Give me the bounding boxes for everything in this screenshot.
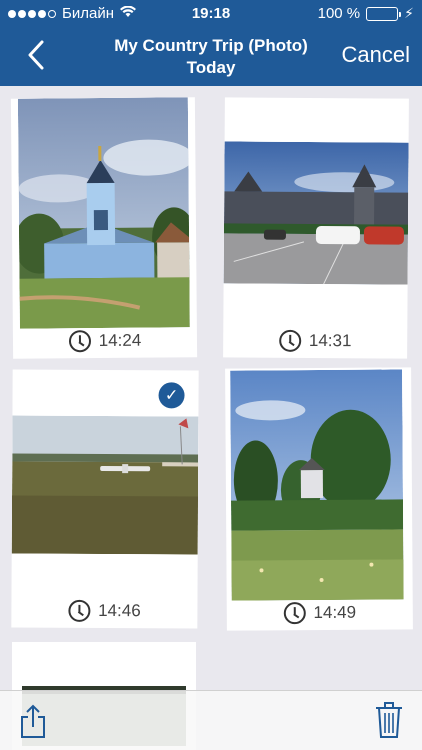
photo-thumbnail: [11, 415, 199, 555]
photo-time: 14:31: [223, 329, 407, 352]
cancel-button[interactable]: Cancel: [342, 42, 410, 68]
share-icon: [21, 704, 45, 738]
photo-time: 14:46: [11, 599, 197, 623]
time-label: 14:24: [98, 330, 142, 351]
photo-card[interactable]: 14:49: [225, 367, 413, 631]
checkmark-icon: ✓: [164, 387, 179, 405]
chevron-left-icon: [28, 40, 44, 70]
delete-button[interactable]: [374, 701, 404, 739]
back-button[interactable]: [22, 38, 52, 72]
top-bar: Билайн 19:18 100 % ⚡ My Country Trip (Ph…: [0, 0, 422, 86]
battery-percent: 100 %: [317, 5, 361, 22]
trash-icon: [376, 702, 402, 738]
photo-time: 14:49: [227, 601, 413, 625]
status-right: 100 % ⚡: [318, 5, 414, 22]
photo-card[interactable]: 14:24: [10, 97, 198, 359]
battery-icon: [366, 6, 402, 21]
clock-icon: [283, 602, 306, 625]
album-title: My Country Trip (Photo): [114, 36, 308, 55]
share-button[interactable]: [18, 703, 48, 739]
page-title: My Country Trip (Photo) Today: [80, 35, 342, 79]
clock-icon: [278, 329, 302, 352]
selected-checkmark: ✓: [158, 382, 185, 409]
album-subtitle: Today: [186, 58, 236, 77]
clock-icon: [68, 330, 91, 353]
photo-thumbnail: [17, 97, 190, 329]
status-bar: Билайн 19:18 100 % ⚡: [0, 0, 422, 28]
clock-icon: [68, 599, 91, 622]
photo-grid: 14:24 14:31 ✓ 14:46 14:49: [0, 86, 422, 750]
photo-card[interactable]: ✓ 14:46: [11, 369, 199, 629]
photo-time: 14:24: [13, 329, 197, 353]
time-label: 14:31: [308, 330, 352, 351]
nav-bar: My Country Trip (Photo) Today Cancel: [0, 28, 422, 86]
time-label: 14:46: [98, 600, 141, 621]
photo-thumbnail: [223, 141, 409, 285]
photo-card[interactable]: 14:31: [223, 97, 409, 359]
photo-thumbnail: [230, 369, 404, 601]
time-label: 14:49: [313, 602, 357, 623]
bottom-toolbar: [0, 690, 422, 750]
charging-icon: ⚡: [404, 5, 414, 21]
